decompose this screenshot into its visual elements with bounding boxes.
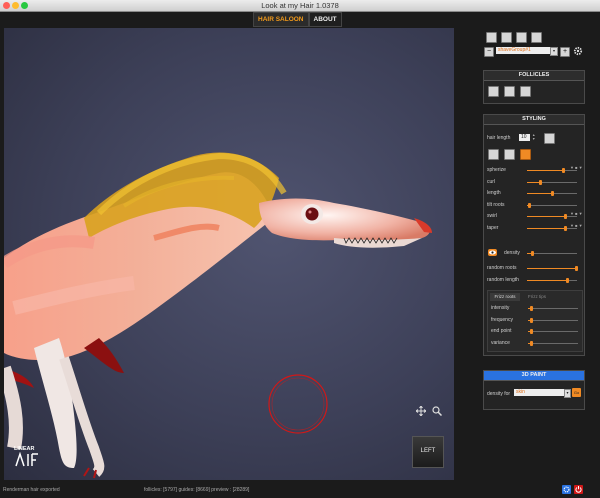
shave-group-select[interactable]: shaveGroup#1: [496, 47, 553, 54]
status-counts: follicles: [5797] guides: [8669] preview…: [144, 487, 250, 493]
tab-hair-saloon[interactable]: HAIR SALOON: [253, 12, 309, 27]
styling-slider[interactable]: [527, 191, 577, 197]
hair-length-label: hair length: [487, 135, 511, 141]
random-length-slider[interactable]: [527, 278, 577, 283]
comb-icon[interactable]: [488, 149, 499, 160]
frizz-slider[interactable]: [528, 329, 578, 334]
edit-hair-icon[interactable]: [501, 32, 512, 43]
frizz-slider[interactable]: [528, 340, 578, 346]
tab-frizz-roots[interactable]: Frizz roots: [490, 293, 520, 301]
density-label: density: [504, 250, 520, 256]
styling-label: length: [487, 190, 501, 197]
grid-follicles-icon[interactable]: [488, 86, 499, 97]
density-eye-icon[interactable]: [488, 249, 497, 256]
settings-icon[interactable]: [562, 485, 571, 494]
frizz-label: variance: [491, 339, 510, 346]
density-for-label: density for: [487, 391, 511, 397]
pan-icon[interactable]: [415, 405, 427, 417]
frizz-label: intensity: [491, 305, 510, 311]
styling-label: taper: [487, 225, 499, 231]
styling-label: spherize: [487, 167, 506, 173]
random-roots-label: random roots: [487, 265, 517, 271]
window-title: Look at my Hair 1.0378: [261, 1, 339, 10]
go-button[interactable]: Go: [572, 388, 581, 397]
random-length-label: random length: [487, 277, 519, 283]
window-titlebar: Look at my Hair 1.0378: [0, 0, 600, 12]
follicles-title: FOLLICLES: [484, 71, 584, 81]
new-hair-icon[interactable]: [486, 32, 497, 43]
styling-slider[interactable]: [527, 202, 577, 208]
styling-panel: STYLING hair length 10 ▲ ▼ spherize ▼ ■ ▼ c…: [483, 114, 585, 356]
view-cube[interactable]: LEFT: [412, 436, 444, 468]
styling-slider[interactable]: [527, 179, 577, 185]
density-for-dropdown-arrow[interactable]: ▾: [564, 389, 571, 398]
paint-panel: 3D PAINT density for skin ▾ Go: [483, 370, 585, 410]
hair-length-field[interactable]: 10: [519, 134, 530, 141]
main-tabs: HAIR SALOON ABOUT: [253, 12, 342, 27]
styling-keyframe-icon[interactable]: ▼ ■ ▼: [570, 223, 583, 228]
power-icon[interactable]: [574, 485, 583, 494]
creature-render: [4, 152, 432, 479]
tab-about[interactable]: ABOUT: [308, 12, 342, 27]
hair-length-stepper[interactable]: ▲ ▼: [532, 133, 537, 141]
hair-length-tool-icon[interactable]: [544, 133, 555, 144]
styling-slider[interactable]: [527, 168, 577, 173]
list-follicles-icon[interactable]: [520, 86, 531, 97]
random-roots-slider[interactable]: [527, 266, 578, 271]
clear-follicles-icon[interactable]: [504, 86, 515, 97]
styling-slider[interactable]: [527, 214, 577, 220]
export-hair-icon[interactable]: [531, 32, 542, 43]
follicles-panel: FOLLICLES: [483, 70, 585, 104]
density-slider[interactable]: [527, 251, 577, 256]
linear-logo: LINEAR: [14, 446, 44, 472]
density-for-select[interactable]: skin: [514, 389, 566, 396]
render-hair-icon[interactable]: [516, 32, 527, 43]
styling-label: swirl: [487, 213, 497, 220]
styling-label: tilt roots: [487, 201, 505, 208]
status-message: Renderman hair exported: [3, 487, 60, 493]
styling-label: curl: [487, 178, 496, 185]
frizz-label: end point: [491, 328, 512, 334]
paint-brush-cursor: [268, 374, 328, 434]
frizz-slider[interactable]: [528, 306, 578, 311]
remove-group-button[interactable]: −: [484, 47, 494, 57]
frizz-label: frequency: [491, 316, 513, 323]
3d-viewport[interactable]: LEFT LINEAR: [4, 28, 454, 480]
styling-keyframe-icon[interactable]: ▼ ■ ▼: [570, 165, 583, 170]
frizz-subpanel: Frizz roots Frizz tips intensity frequenc…: [487, 290, 583, 352]
shave-group-dropdown-arrow[interactable]: ▾: [550, 47, 558, 56]
gear-icon[interactable]: [573, 46, 583, 56]
styling-slider[interactable]: [527, 226, 577, 231]
brush-icon[interactable]: [504, 149, 515, 160]
view-cube-label: LEFT: [420, 448, 436, 454]
styling-keyframe-icon[interactable]: ▼ ■ ▼: [570, 211, 583, 216]
paint-icon[interactable]: [520, 149, 531, 160]
styling-title: STYLING: [484, 115, 584, 125]
paint-title: 3D PAINT: [484, 371, 584, 381]
tab-frizz-tips[interactable]: Frizz tips: [522, 293, 552, 301]
zoom-icon[interactable]: [432, 406, 443, 417]
frizz-slider[interactable]: [528, 317, 578, 323]
add-group-button[interactable]: +: [560, 47, 570, 57]
